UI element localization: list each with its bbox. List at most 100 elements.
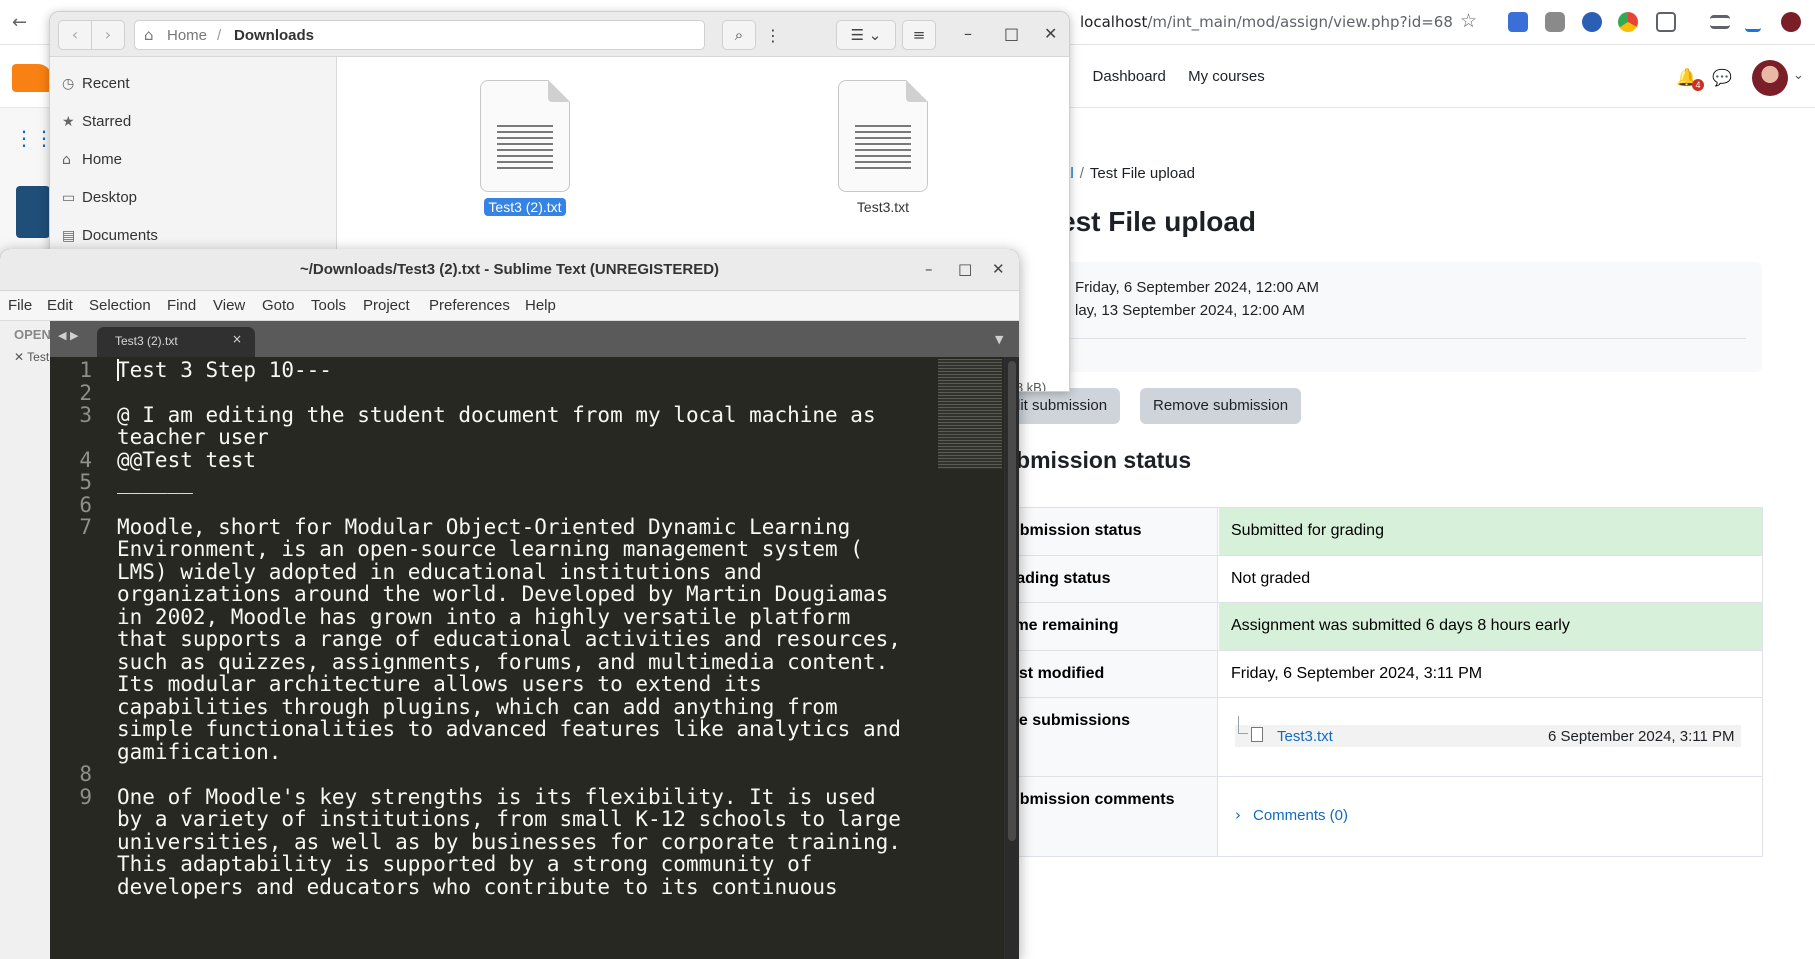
file-item[interactable]: Test3.txt	[823, 80, 943, 217]
menu-icon[interactable]: ≡	[902, 20, 936, 50]
arrow-left-icon[interactable]: ←	[12, 12, 32, 33]
scrollbar-thumb[interactable]	[1008, 361, 1016, 841]
path-home[interactable]: Home	[167, 27, 207, 44]
comments-label: Comments (0)	[1253, 807, 1349, 824]
sidebar-item-home[interactable]: ⌂ Home	[62, 151, 122, 177]
sidebar-item-recent[interactable]: ◷ Recent	[62, 75, 130, 101]
chevron-down-icon[interactable]: ⌄	[1793, 68, 1804, 83]
open-files-header: OPEN	[14, 327, 51, 342]
tab-label: Test3 (2).txt	[115, 334, 178, 348]
menu-find[interactable]: Find	[167, 297, 196, 314]
line-number: 2	[79, 381, 92, 405]
home-icon: ⌂	[144, 26, 154, 44]
nav-link-my-courses[interactable]: My courses	[1188, 68, 1265, 85]
line-number: 9	[79, 785, 92, 809]
line-number: 3	[79, 403, 92, 427]
download-icon[interactable]	[1745, 12, 1761, 32]
forward-button[interactable]: ›	[91, 20, 125, 50]
text-line: such as quizzes, assignments, forums, an…	[117, 650, 889, 674]
sidebar-item-desktop[interactable]: ▭ Desktop	[62, 189, 137, 215]
camera-extension-icon[interactable]	[1545, 12, 1565, 32]
submission-status-heading: ubmission status	[1002, 447, 1192, 473]
text-line: Its modular architecture allows users to…	[117, 672, 762, 696]
date-due: lay, 13 September 2024, 12:00 AM	[1075, 302, 1305, 319]
sublime-text-window: ~/Downloads/Test3 (2).txt - Sublime Text…	[0, 249, 1019, 959]
view-options-button[interactable]: ☰ ⌄	[836, 20, 896, 50]
tab-scroll-arrows-icon[interactable]: ◀ ▶	[58, 329, 78, 342]
line-number: 4	[79, 448, 92, 472]
divider	[1040, 338, 1746, 339]
text-file-icon	[838, 80, 928, 192]
line-number: 8	[79, 762, 92, 786]
avatar[interactable]	[1752, 60, 1788, 96]
submission-status-table	[1000, 507, 1763, 857]
comments-toggle[interactable]: › Comments (0)	[1235, 806, 1348, 824]
text-line: simple functionalities to advanced featu…	[117, 717, 901, 741]
text-line: by a variety of institutions, from small…	[117, 807, 901, 831]
close-icon[interactable]: ✕	[1044, 24, 1057, 43]
close-icon[interactable]: ✕	[14, 350, 27, 364]
path-bar[interactable]: ⌂ Home / Downloads ⋮	[134, 20, 781, 50]
text-line: that supports a range of educational act…	[117, 627, 901, 651]
menu-edit[interactable]: Edit	[47, 297, 73, 314]
minimize-icon[interactable]: –	[925, 260, 933, 278]
file-icon	[1251, 727, 1263, 742]
sidebar-item-starred[interactable]: ★ Starred	[62, 113, 131, 139]
bookmark-star-icon[interactable]: ☆	[1460, 10, 1477, 32]
profile-avatar-icon[interactable]	[1781, 12, 1801, 32]
chat-icon[interactable]: 💬	[1712, 68, 1732, 87]
sidebar-item-label: Documents	[82, 227, 158, 244]
open-file-item[interactable]: ✕ Test	[14, 350, 49, 364]
menu-file[interactable]: File	[8, 297, 32, 314]
menu-goto[interactable]: Goto	[262, 297, 295, 314]
breadcrumb: al/Test File upload	[1062, 165, 1195, 182]
text-buffer[interactable]: 1 2 3 4 5 6 7 8 9 Test 3 Step 10--- @ I …	[50, 357, 1004, 959]
file-item[interactable]: Test3 (2).txt	[465, 80, 585, 217]
file-manager-headerbar: ‹ › ⌂ Home / Downloads ⋮ ⌕ ☰ ⌄ ≡ – □ ✕	[50, 12, 1069, 57]
menu-project[interactable]: Project	[363, 297, 410, 314]
file-name: Test3.txt	[856, 199, 910, 215]
minimap-viewport[interactable]	[938, 359, 1002, 469]
close-icon[interactable]: ✕	[992, 260, 1005, 278]
puzzle-extensions-icon[interactable]	[1656, 12, 1676, 32]
line-number: 5	[79, 470, 92, 494]
menu-view[interactable]: View	[213, 297, 245, 314]
menu-tools[interactable]: Tools	[311, 297, 346, 314]
primary-navigation: e Dashboard My courses	[1062, 68, 1283, 85]
back-button[interactable]: ‹	[58, 20, 92, 50]
close-icon[interactable]: ×	[232, 332, 242, 346]
path-current[interactable]: Downloads	[234, 27, 314, 44]
tree-connector	[1238, 716, 1248, 734]
notification-badge: 4	[1692, 79, 1704, 91]
desktop-icon: ▭	[62, 190, 76, 206]
text-line: Test 3 Step 10---	[117, 358, 332, 382]
menu-help[interactable]: Help	[525, 297, 556, 314]
sidebar-item-label: Desktop	[82, 189, 138, 206]
bitwarden-extension-icon[interactable]	[1508, 12, 1528, 32]
maximize-icon[interactable]: □	[958, 260, 972, 278]
sidebar-item-label: Starred	[82, 113, 132, 130]
kebab-menu-icon[interactable]: ⋮	[765, 26, 781, 45]
tab-menu-icon[interactable]: ▼	[995, 333, 1003, 346]
minimize-icon[interactable]: –	[964, 24, 972, 43]
file-name: Test3 (2).txt	[484, 198, 566, 216]
moodle-logo[interactable]	[12, 64, 52, 92]
text-line: teacher user	[117, 425, 269, 449]
text-line: organizations around the world. Develope…	[117, 582, 889, 606]
media-control-icon[interactable]	[1710, 15, 1730, 29]
date-opened: Friday, 6 September 2024, 12:00 AM	[1075, 279, 1320, 296]
breadcrumb-separator: /	[1079, 165, 1084, 182]
address-bar[interactable]: localhost/m/int_main/mod/assign/view.php…	[1080, 13, 1453, 31]
menu-selection[interactable]: Selection	[89, 297, 151, 314]
url-path: /m/int_main/mod/assign/view.php?id=68	[1147, 13, 1453, 31]
color-extension-icon[interactable]	[1618, 12, 1638, 32]
submitted-file-link[interactable]: Test3.txt	[1277, 728, 1333, 745]
menu-preferences[interactable]: Preferences	[429, 297, 510, 314]
extension-icon[interactable]	[1582, 12, 1602, 32]
nav-link-dashboard[interactable]: Dashboard	[1093, 68, 1166, 85]
remove-submission-button[interactable]: Remove submission	[1140, 388, 1302, 424]
maximize-icon[interactable]: □	[1004, 24, 1019, 43]
search-icon[interactable]: ⌕	[722, 20, 756, 50]
text-line: gamification.	[117, 740, 282, 764]
text-line: capabilities through plugins, which can …	[117, 695, 838, 719]
